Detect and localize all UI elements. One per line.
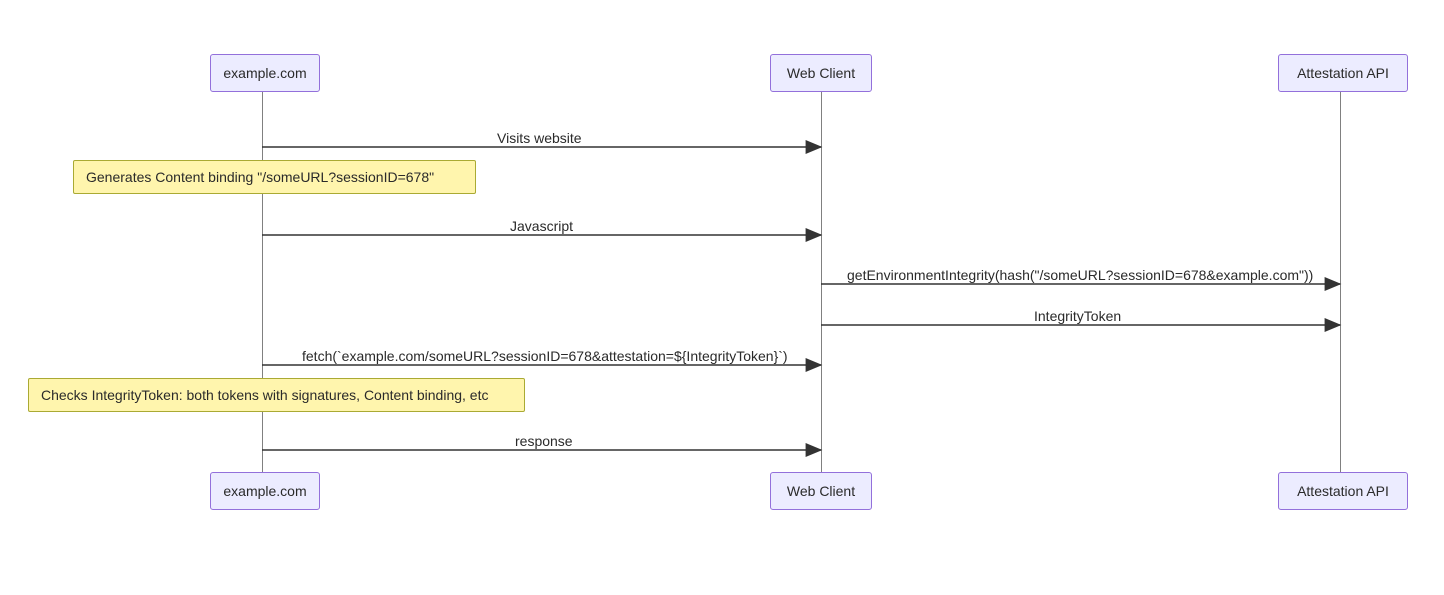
message-integrity-token: IntegrityToken [1032, 308, 1123, 324]
note-text: Generates Content binding "/someURL?sess… [86, 169, 434, 185]
note-checks-integrity-token: Checks IntegrityToken: both tokens with … [28, 378, 525, 412]
participant-attestation-api-top: Attestation API [1278, 54, 1408, 92]
message-fetch: fetch(`example.com/someURL?sessionID=678… [300, 348, 790, 364]
participant-label: example.com [223, 65, 306, 81]
participant-label: Attestation API [1297, 65, 1389, 81]
participant-attestation-api-bottom: Attestation API [1278, 472, 1408, 510]
participant-label: Attestation API [1297, 483, 1389, 499]
message-get-environment-integrity: getEnvironmentIntegrity(hash("/someURL?s… [845, 267, 1315, 283]
message-javascript: Javascript [508, 218, 575, 234]
message-response: response [513, 433, 575, 449]
participant-web-client-top: Web Client [770, 54, 872, 92]
note-generates-content-binding: Generates Content binding "/someURL?sess… [73, 160, 476, 194]
note-text: Checks IntegrityToken: both tokens with … [41, 387, 488, 403]
lifeline-example-com [262, 92, 263, 472]
sequence-diagram: example.com Web Client Attestation API e… [0, 0, 1444, 595]
participant-label: Web Client [787, 483, 855, 499]
lifeline-attestation-api [1340, 92, 1341, 472]
participant-example-com-top: example.com [210, 54, 320, 92]
participant-label: example.com [223, 483, 306, 499]
participant-label: Web Client [787, 65, 855, 81]
participant-example-com-bottom: example.com [210, 472, 320, 510]
lifeline-web-client [821, 92, 822, 472]
participant-web-client-bottom: Web Client [770, 472, 872, 510]
message-visits-website: Visits website [495, 130, 584, 146]
